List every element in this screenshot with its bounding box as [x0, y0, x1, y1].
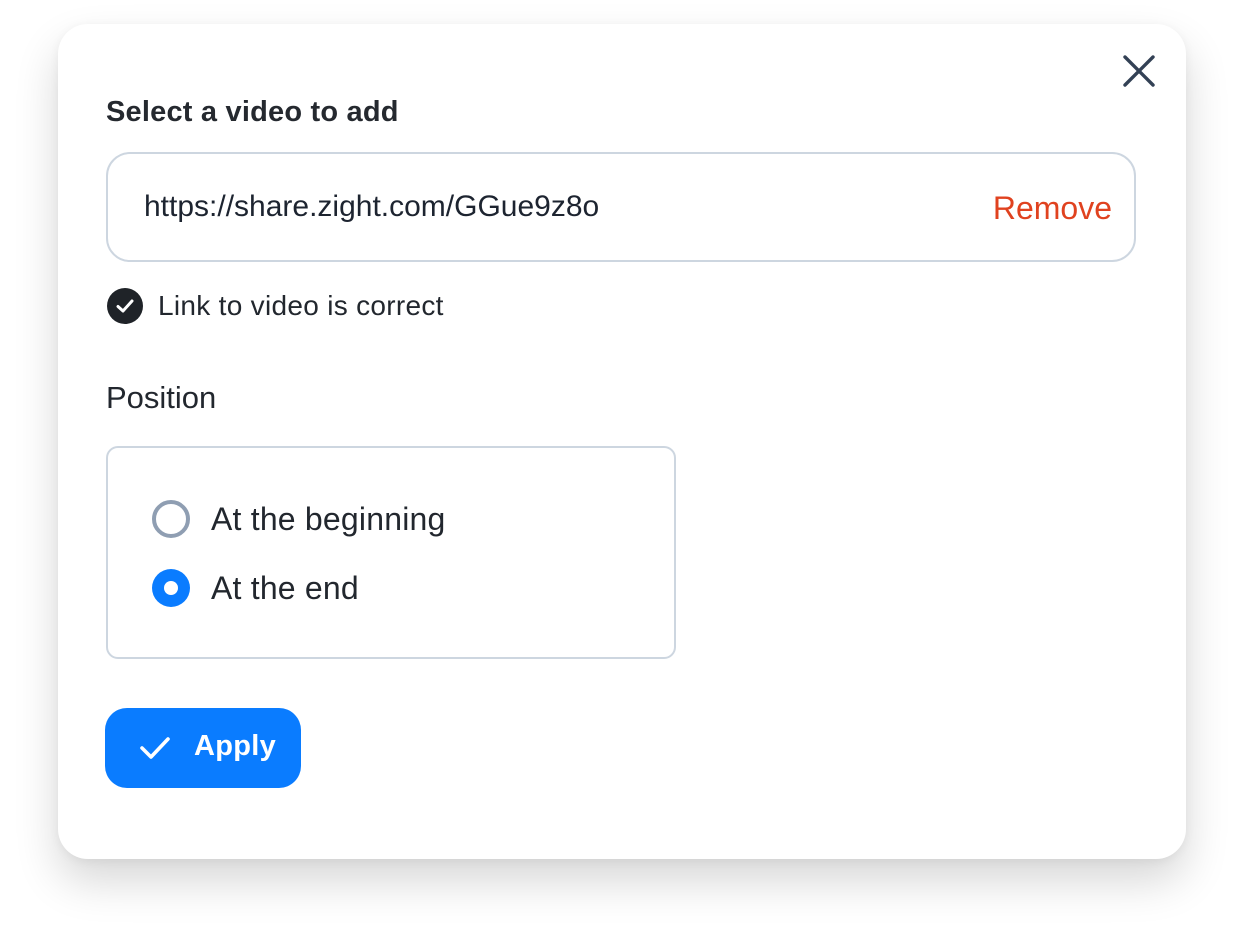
check-circle-icon	[107, 288, 143, 324]
dialog-title: Select a video to add	[106, 96, 399, 128]
remove-link[interactable]: Remove	[993, 190, 1112, 227]
radio-label-beginning[interactable]: At the beginning	[211, 501, 446, 538]
radio-label-end[interactable]: At the end	[211, 570, 359, 607]
radio-option-beginning[interactable]: At the beginning	[152, 500, 446, 538]
validation-message: Link to video is correct	[107, 287, 444, 325]
apply-label: Apply	[194, 730, 277, 762]
position-label: Position	[106, 380, 217, 415]
apply-button[interactable]: Apply	[105, 708, 301, 788]
close-button[interactable]	[1120, 52, 1158, 90]
position-radio-group: At the beginning At the end	[106, 446, 676, 659]
validation-text: Link to video is correct	[158, 290, 444, 321]
checkmark-icon	[140, 737, 170, 759]
radio-selected-icon[interactable]	[152, 569, 190, 607]
radio-unselected-icon[interactable]	[152, 500, 190, 538]
video-url-value[interactable]: https://share.zight.com/GGue9z8o	[144, 190, 599, 224]
radio-dot	[164, 581, 178, 595]
video-url-field[interactable]: https://share.zight.com/GGue9z8o Remove	[106, 152, 1136, 262]
close-icon	[1123, 55, 1155, 87]
radio-option-end[interactable]: At the end	[152, 569, 359, 607]
